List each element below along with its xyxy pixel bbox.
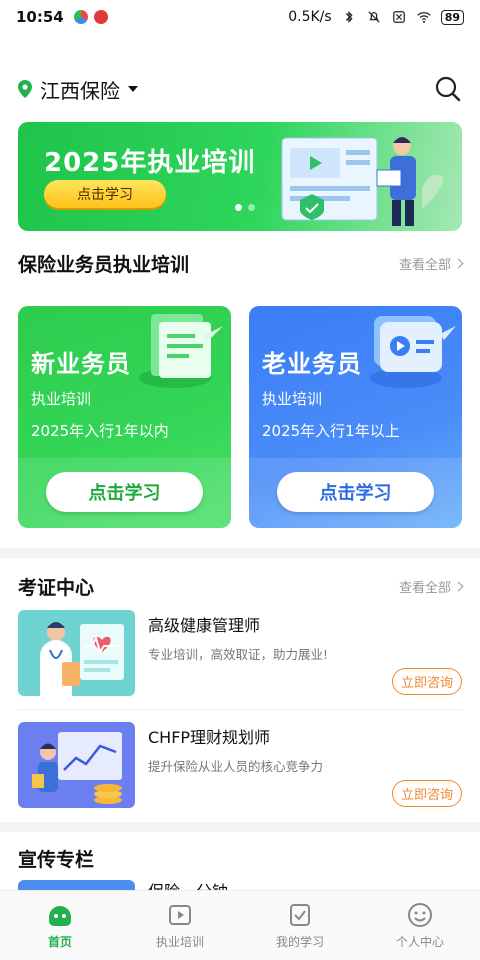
cert-title: CHFP理财规划师: [148, 728, 271, 747]
chevron-right-icon: [453, 581, 464, 592]
view-all-link[interactable]: 查看全部: [399, 577, 464, 596]
app-notification-icon: [73, 10, 88, 24]
senior-agent-study-button[interactable]: 点击学习: [277, 472, 434, 512]
network-speed: 0.5K/s: [288, 9, 332, 25]
view-all-link[interactable]: 查看全部: [399, 254, 464, 273]
tab-my-learning[interactable]: 我的学习: [240, 891, 360, 960]
financial-planner-thumbnail: [18, 722, 135, 808]
status-bar: 10:54 0.5K/s 89: [0, 0, 480, 34]
banner-title: 2025年执业培训: [44, 148, 256, 178]
pagination-dot: [235, 204, 242, 211]
bluetooth-icon: [345, 11, 353, 23]
status-time: 10:54: [16, 8, 64, 26]
card-description: 2025年入行1年以内: [31, 422, 169, 440]
chevron-right-icon: [453, 258, 464, 269]
card-title: 新业务员: [31, 350, 131, 378]
search-icon[interactable]: [434, 75, 462, 103]
location-selector[interactable]: 江西保险: [40, 75, 120, 104]
check-icon: [290, 904, 310, 926]
new-agent-card[interactable]: 新业务员 执业培训 2025年入行1年以内 点击学习: [18, 306, 231, 528]
cert-section-header: 考证中心 查看全部: [18, 573, 464, 600]
video-illustration: [370, 316, 456, 388]
smile-icon: [408, 903, 432, 927]
bottom-tab-bar: 首页 执业培训 我的学习 个人中心: [0, 890, 480, 960]
consult-button[interactable]: 立即咨询: [392, 780, 462, 807]
wifi-icon: [417, 12, 431, 23]
card-description: 2025年入行1年以上: [262, 422, 400, 440]
banner-illustration: [281, 137, 444, 226]
cert-item[interactable]: 高级健康管理师 专业培训，高效取证，助力展业! 立即咨询: [18, 610, 462, 698]
pagination-dot: [248, 204, 255, 211]
play-icon: [169, 905, 191, 925]
cert-item[interactable]: CHFP理财规划师 提升保险从业人员的核心竞争力 立即咨询: [18, 722, 462, 810]
card-subtitle: 执业培训: [31, 390, 92, 408]
tab-home[interactable]: 首页: [0, 891, 120, 960]
cert-title: 高级健康管理师: [148, 616, 261, 635]
banner-study-button[interactable]: 点击学习: [44, 180, 166, 208]
senior-agent-card[interactable]: 老业务员 执业培训 2025年入行1年以上 点击学习: [249, 306, 462, 528]
card-subtitle: 执业培训: [262, 390, 323, 408]
banner-pagination: [235, 204, 255, 211]
training-section-header: 保险业务员执业培训 查看全部: [18, 250, 464, 277]
section-title: 保险业务员执业培训: [18, 254, 190, 276]
battery-indicator: 89: [440, 9, 464, 25]
section-title: 宣传专栏: [18, 849, 95, 871]
tab-profile[interactable]: 个人中心: [360, 891, 480, 960]
document-illustration: [139, 314, 223, 388]
tab-training[interactable]: 执业培训: [120, 891, 240, 960]
chevron-down-icon[interactable]: [128, 86, 138, 92]
new-agent-study-button[interactable]: 点击学习: [46, 472, 203, 512]
cert-description: 专业培训，高效取证，助力展业!: [148, 647, 329, 662]
no-sim-icon: [392, 11, 405, 23]
location-header: 江西保险: [18, 72, 462, 106]
location-pin-icon: [18, 80, 32, 98]
mute-bell-icon: [368, 11, 380, 23]
card-title: 老业务员: [262, 350, 362, 378]
promo-section-header: 宣传专栏: [18, 845, 462, 872]
app-notification-icon: [93, 10, 108, 24]
health-manager-thumbnail: [18, 610, 135, 696]
promo-banner[interactable]: 2025年执业培训 点击学习: [18, 122, 462, 231]
cert-description: 提升保险从业人员的核心竞争力: [148, 759, 324, 774]
consult-button[interactable]: 立即咨询: [392, 668, 462, 695]
home-face-icon: [49, 906, 71, 926]
section-title: 考证中心: [18, 577, 95, 599]
